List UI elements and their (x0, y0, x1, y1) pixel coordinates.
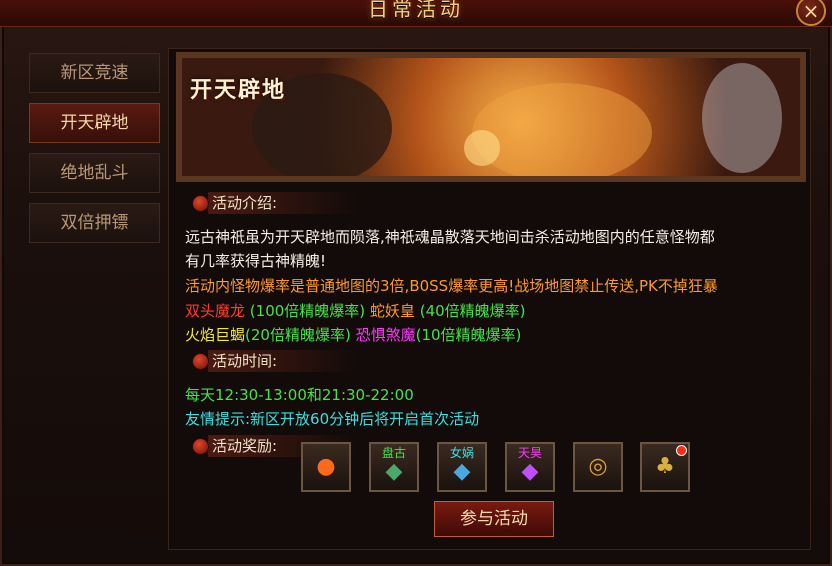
activity-schedule: 每天12:30-13:00和21:30-22:00 (185, 386, 414, 404)
blue-gem-icon: ◆ (453, 458, 471, 484)
boss-rate: (20倍精魄爆率) (245, 326, 351, 344)
title-bar: 日常活动 × (0, 0, 832, 27)
sidebar-item-kaitian-pidi[interactable]: 开天辟地 (29, 103, 160, 143)
banner-title: 开天辟地 (190, 78, 287, 103)
reward-slot-1[interactable]: ● (301, 442, 351, 492)
intro-line-1: 远古神祇虽为开天辟地而陨落,神祇魂晶散落天地间击杀活动地图内的任意怪物都 (185, 228, 715, 246)
bullet-icon (192, 353, 209, 370)
boss-name: 双头魔龙 (185, 302, 246, 320)
reward-slot-2[interactable]: 盘古 ◆ (369, 442, 419, 492)
boss-name: 恐惧煞魔 (355, 326, 416, 344)
sidebar: 新区竞速 开天辟地 绝地乱斗 双倍押镖 (29, 53, 160, 253)
sidebar-item-new-server-race[interactable]: 新区竞速 (29, 53, 160, 93)
reward-slot-6[interactable]: ♣ (640, 442, 690, 492)
gold-ring-icon: ◎ (588, 454, 608, 479)
window-title: 日常活动 (368, 0, 464, 21)
treasure-bag-icon: ♣ (655, 454, 675, 479)
boss-row-1: 双头魔龙 (100倍精魄爆率) 蛇妖皇 (40倍精魄爆率) (185, 300, 526, 321)
boss-rate: (40倍精魄爆率) (419, 302, 526, 320)
new-badge-icon (676, 445, 687, 456)
reward-slot-3[interactable]: 女娲 ◆ (437, 442, 487, 492)
sidebar-item-double-escort[interactable]: 双倍押镖 (29, 203, 160, 243)
purple-gem-icon: ◆ (521, 458, 539, 484)
boss-rate: (100倍精魄爆率) (249, 302, 366, 320)
sidebar-item-jedi-brawl[interactable]: 绝地乱斗 (29, 153, 160, 193)
time-heading-label: 活动时间: (212, 352, 278, 370)
intro-heading-label: 活动介绍: (212, 194, 278, 212)
intro-line-3: 活动内怪物爆率是普通地图的3倍,B0SS爆率更高!战场地图禁止传送,PK不掉狂暴 (185, 277, 718, 295)
boss-name: 火焰巨蝎 (185, 326, 246, 344)
boss-row-2: 火焰巨蝎(20倍精魄爆率) 恐惧煞魔(10倍精魄爆率) (185, 324, 521, 345)
intro-line-2: 有几率获得古神精魄! (185, 252, 327, 270)
close-button[interactable]: × (796, 0, 826, 26)
rewards-heading-label: 活动奖励: (212, 437, 278, 455)
reward-slot-5[interactable]: ◎ (573, 442, 623, 492)
boss-rate: (10倍精魄爆率) (415, 326, 522, 344)
reward-slot-4[interactable]: 天昊 ◆ (505, 442, 555, 492)
bullet-icon (192, 195, 209, 212)
bullet-icon (192, 438, 209, 455)
boss-name: 蛇妖皇 (369, 302, 415, 320)
close-icon: × (802, 0, 820, 23)
fire-orb-icon: ● (316, 454, 336, 479)
join-activity-button[interactable]: 参与活动 (434, 501, 554, 537)
friendly-tip: 友情提示:新区开放60分钟后将开启首次活动 (185, 410, 480, 428)
green-gem-icon: ◆ (385, 458, 403, 484)
